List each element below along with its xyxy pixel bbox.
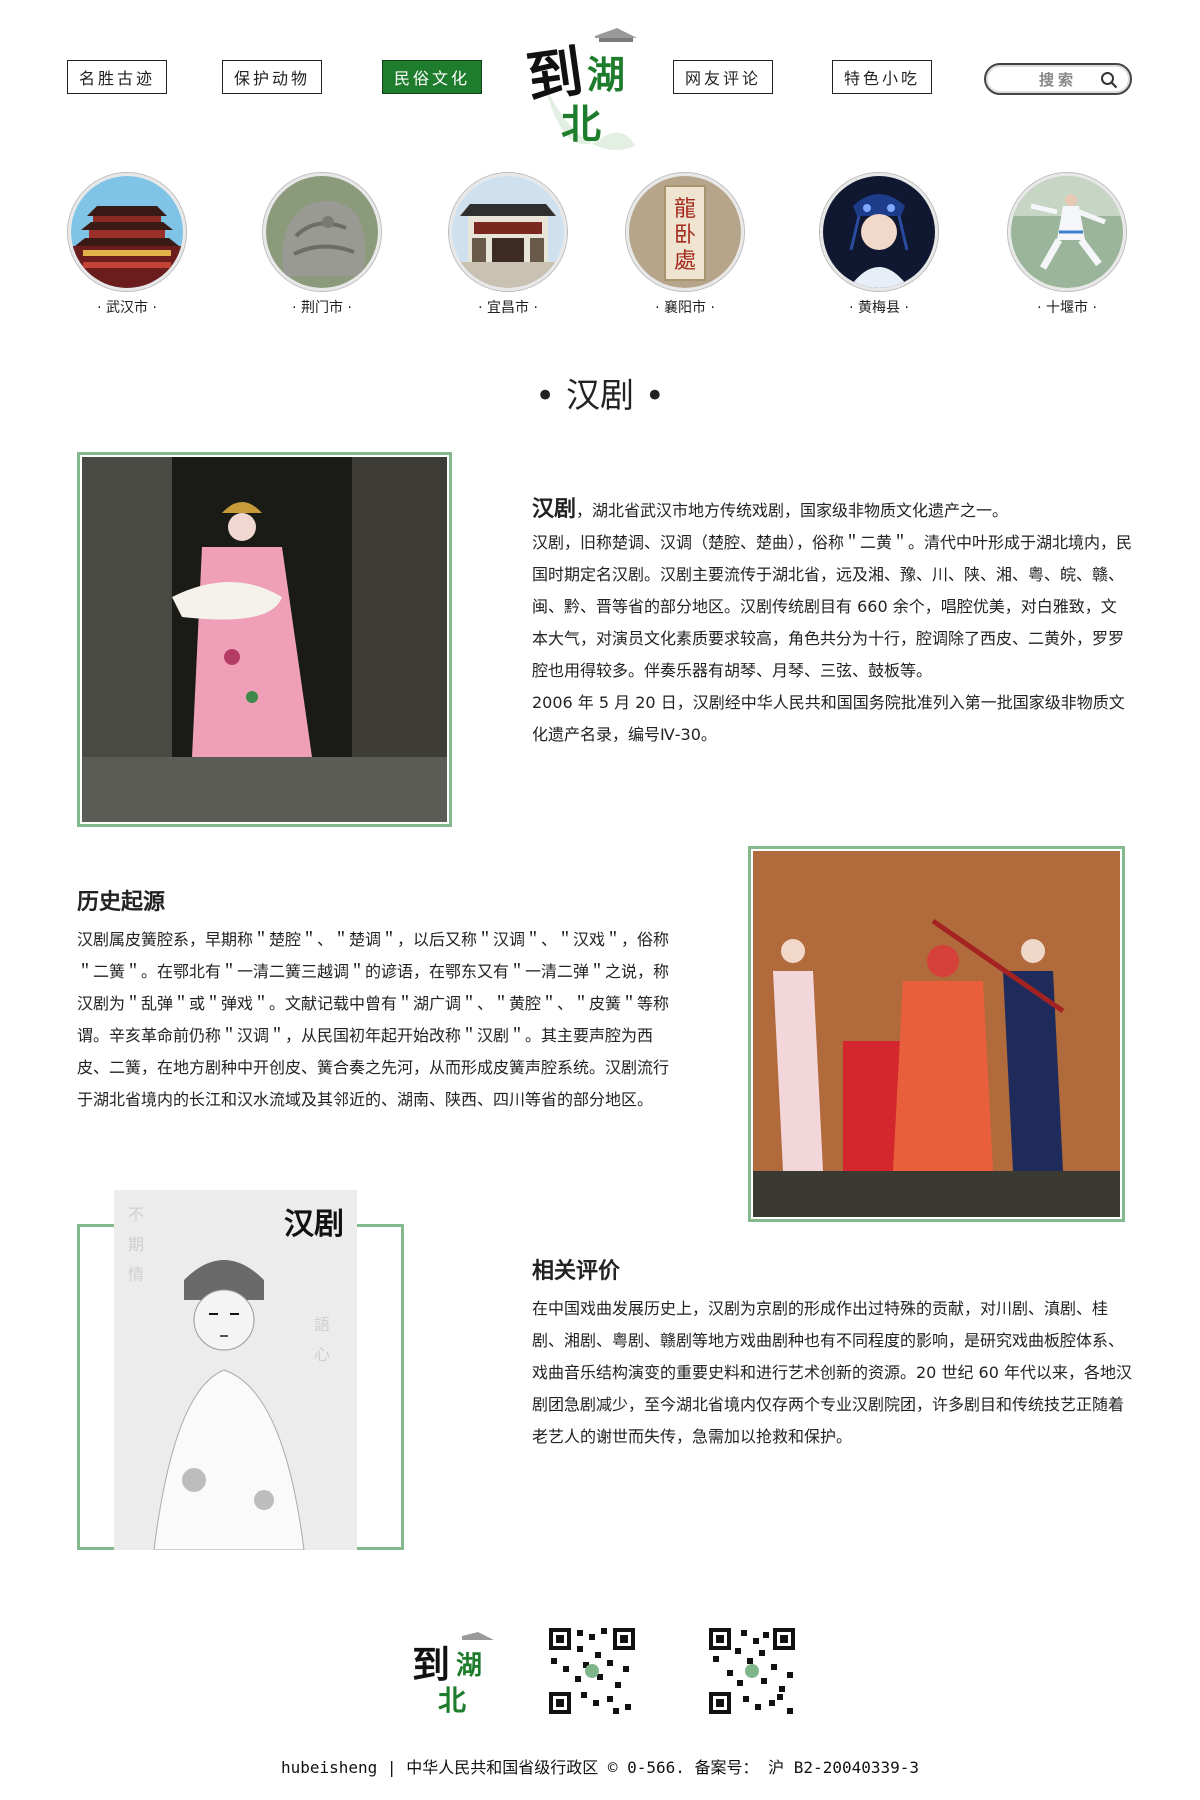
intro-lead-strong: 汉剧 xyxy=(532,497,577,522)
city-item-yichang[interactable]: · 宜昌市 · xyxy=(448,173,568,317)
city-label: · 荆门市 · xyxy=(292,300,352,316)
xiangyang-image: 龍 卧 處 xyxy=(626,173,744,291)
review-title: 相关评价 xyxy=(532,1259,621,1284)
history-title: 历史起源 xyxy=(77,890,166,915)
nav-item-folk-culture[interactable]: 民俗文化 xyxy=(382,60,482,94)
review-text: 在中国戏曲发展历史上，汉剧为京剧的形成作出过特殊的贡献，对川剧、滇剧、桂剧、湘剧… xyxy=(532,1299,1132,1446)
svg-text:期: 期 xyxy=(128,1235,144,1254)
intro-paragraph-2: 2006 年 5 月 20 日，汉剧经中华人民共和国国务院批准列入第一批国家级非… xyxy=(532,693,1125,744)
section-title: • 汉剧 • xyxy=(535,376,665,416)
nav-item-animals[interactable]: 保护动物 xyxy=(222,60,322,94)
search-icon[interactable] xyxy=(1100,71,1118,89)
jingmen-image xyxy=(263,173,381,291)
city-label: · 十堰市 · xyxy=(1037,300,1097,316)
review-section: 相关评价 在中国戏曲发展历史上，汉剧为京剧的形成作出过特殊的贡献，对川剧、滇剧、… xyxy=(532,1257,1132,1453)
intro-paragraph-1: 汉剧，旧称楚调、汉调（楚腔、楚曲），俗称＂二黄＂。清代中叶形成于湖北境内，民国时… xyxy=(532,533,1133,680)
svg-text:卧: 卧 xyxy=(674,223,696,248)
svg-text:不: 不 xyxy=(128,1205,144,1224)
city-label: · 武汉市 · xyxy=(97,300,157,316)
intro-lead: 汉剧，湖北省武汉市地方传统戏剧，国家级非物质文化遗产之一。 xyxy=(532,494,1132,527)
nav-item-scenic[interactable]: 名胜古迹 xyxy=(67,60,167,94)
city-item-shiyan[interactable]: · 十堰市 · xyxy=(1007,173,1127,317)
intro-lead-rest: ，湖北省武汉市地方传统戏剧，国家级非物质文化遗产之一。 xyxy=(576,501,1009,520)
svg-text:心: 心 xyxy=(314,1345,330,1364)
svg-text:龍: 龍 xyxy=(674,197,696,222)
svg-text:情: 情 xyxy=(128,1265,144,1284)
huangmei-image xyxy=(820,173,938,291)
nav-item-reviews[interactable]: 网友评论 xyxy=(673,60,773,94)
search-input[interactable]: 搜索 xyxy=(984,63,1132,95)
site-logo[interactable]: 到 湖 北 xyxy=(523,16,645,156)
history-text: 汉剧属皮簧腔系，早期称＂楚腔＂、＂楚调＂，以后又称＂汉调＂、＂汉戏＂，俗称＂二簧… xyxy=(77,930,670,1109)
qr-code-1[interactable] xyxy=(547,1626,637,1716)
poster-portrait-photo: 不期情 語心 汉剧 xyxy=(114,1190,357,1550)
poster-calligraphy: 汉剧 xyxy=(284,1207,344,1242)
city-item-huangmei[interactable]: · 黄梅县 · xyxy=(819,173,939,317)
city-item-jingmen[interactable]: · 荆门市 · xyxy=(262,173,382,317)
svg-text:湖: 湖 xyxy=(456,1651,482,1681)
stage-performance-photo xyxy=(753,851,1120,1217)
city-label: · 襄阳市 · xyxy=(655,300,715,316)
search-placeholder: 搜索 xyxy=(1038,70,1077,89)
footer-logo[interactable]: 到 湖 北 xyxy=(412,1628,502,1718)
svg-text:湖: 湖 xyxy=(587,52,625,97)
history-section: 历史起源 汉剧属皮簧腔系，早期称＂楚腔＂、＂楚调＂，以后又称＂汉调＂、＂汉戏＂，… xyxy=(77,888,677,1116)
intro-text: 汉剧，湖北省武汉市地方传统戏剧，国家级非物质文化遗产之一。 汉剧，旧称楚调、汉调… xyxy=(532,494,1132,751)
footer-copyright: hubeisheng | 中华人民共和国省级行政区 © 0-566. 备案号： … xyxy=(280,1758,920,1777)
city-item-xiangyang[interactable]: 龍 卧 處 · 襄阳市 · xyxy=(625,173,745,317)
city-item-wuhan[interactable]: · 武汉市 · xyxy=(67,173,187,317)
wuhan-image xyxy=(68,173,186,291)
intro-performer-photo xyxy=(82,457,447,822)
svg-text:處: 處 xyxy=(674,249,696,274)
nav-item-snacks[interactable]: 特色小吃 xyxy=(832,60,932,94)
qr-code-2[interactable] xyxy=(707,1626,797,1716)
svg-text:到: 到 xyxy=(412,1642,450,1687)
shiyan-image xyxy=(1008,173,1126,291)
svg-text:北: 北 xyxy=(561,101,601,148)
city-label: · 宜昌市 · xyxy=(478,300,538,316)
city-label: · 黄梅县 · xyxy=(849,300,909,316)
svg-text:北: 北 xyxy=(438,1684,466,1717)
yichang-image xyxy=(449,173,567,291)
svg-text:語: 語 xyxy=(314,1315,330,1334)
